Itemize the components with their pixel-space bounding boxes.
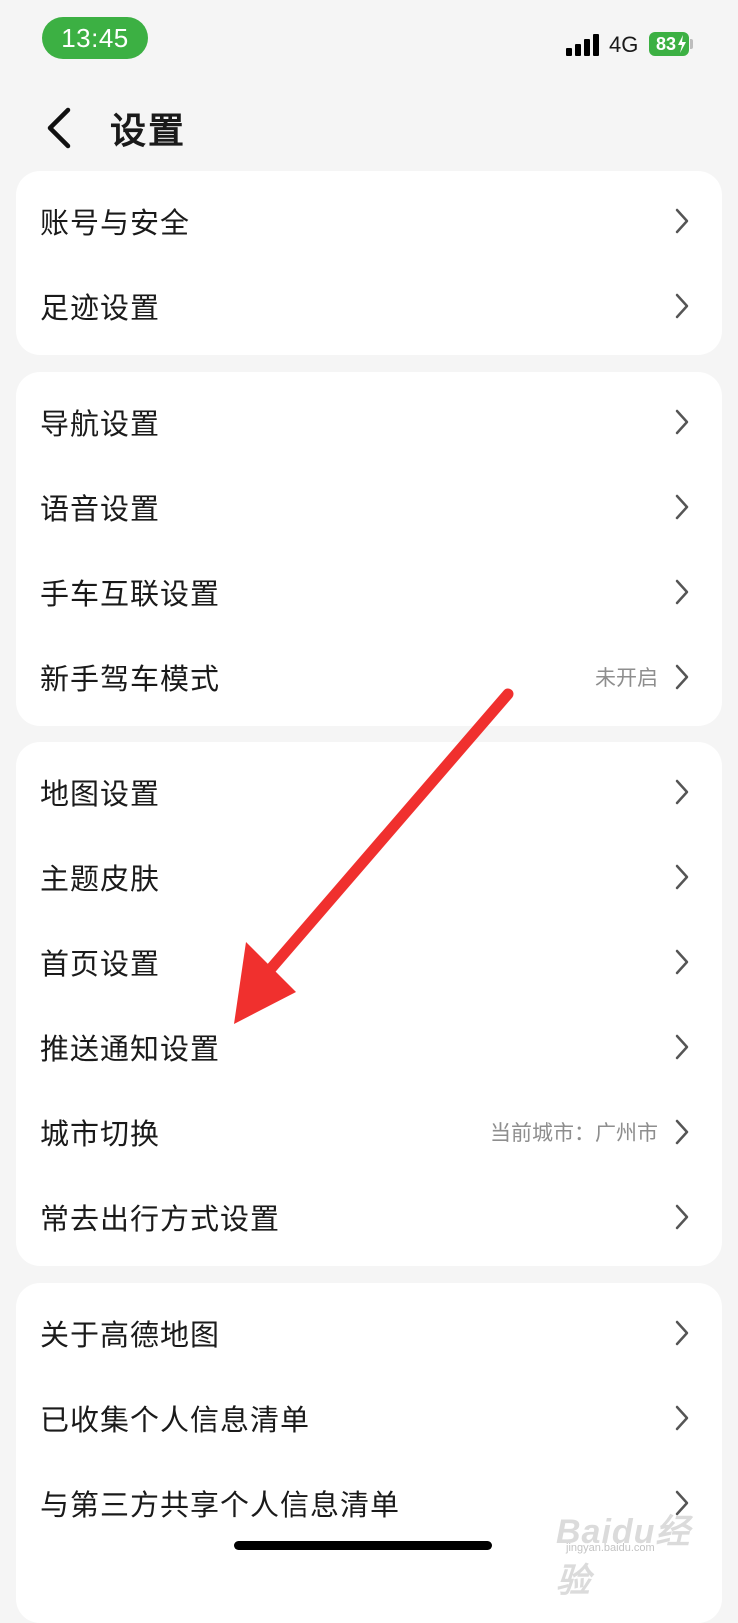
settings-item-voice[interactable]: 语音设置 xyxy=(16,464,722,549)
item-label: 手车互联设置 xyxy=(40,576,221,611)
battery-cap xyxy=(690,39,693,49)
chevron-left-icon[interactable] xyxy=(40,106,80,150)
charging-bolt-icon xyxy=(678,35,686,53)
chevron-right-icon xyxy=(675,949,689,974)
chevron-right-icon xyxy=(675,1320,689,1345)
settings-item-account-security[interactable]: 账号与安全 xyxy=(16,178,722,263)
item-label: 首页设置 xyxy=(40,946,161,981)
item-label: 新手驾车模式 xyxy=(40,661,221,696)
chevron-right-icon xyxy=(675,409,689,434)
chevron-right-icon xyxy=(675,664,689,689)
settings-item-novice-mode[interactable]: 新手驾车模式 未开启 xyxy=(16,634,722,719)
settings-item-footprint[interactable]: 足迹设置 xyxy=(16,263,722,348)
signal-icon xyxy=(566,34,600,56)
settings-item-collected-info[interactable]: 已收集个人信息清单 xyxy=(16,1375,722,1460)
settings-item-push-notification[interactable]: 推送通知设置 xyxy=(16,1004,722,1089)
chevron-right-icon xyxy=(675,1034,689,1059)
settings-item-about[interactable]: 关于高德地图 xyxy=(16,1290,722,1375)
item-label: 语音设置 xyxy=(40,491,161,526)
chevron-right-icon xyxy=(675,293,689,318)
item-label: 地图设置 xyxy=(40,776,161,811)
home-indicator[interactable] xyxy=(234,1541,492,1550)
item-label: 主题皮肤 xyxy=(40,861,161,896)
item-label: 推送通知设置 xyxy=(40,1031,221,1066)
network-type: 4G xyxy=(609,32,639,57)
item-label: 关于高德地图 xyxy=(40,1317,221,1352)
settings-item-theme[interactable]: 主题皮肤 xyxy=(16,834,722,919)
chevron-right-icon xyxy=(675,1405,689,1430)
chevron-right-icon xyxy=(675,779,689,804)
settings-item-travel-mode[interactable]: 常去出行方式设置 xyxy=(16,1174,722,1259)
chevron-right-icon xyxy=(675,208,689,233)
settings-item-city-switch[interactable]: 城市切换 当前城市：广州市 xyxy=(16,1089,722,1174)
current-city: 当前城市：广州市 xyxy=(490,1120,658,1145)
settings-group-map: 地图设置 主题皮肤 首页设置 推送通知设置 城市切换 当前城市：广州市 常去出行… xyxy=(16,742,722,1266)
settings-item-navigation[interactable]: 导航设置 xyxy=(16,379,722,464)
chevron-right-icon xyxy=(675,494,689,519)
baidu-watermark: Baidu经验 jingyan.baidu.com xyxy=(552,1498,702,1600)
item-label: 城市切换 xyxy=(40,1116,161,1151)
chevron-right-icon xyxy=(675,1204,689,1229)
battery-icon: 83 xyxy=(649,32,689,56)
item-status: 未开启 xyxy=(595,665,658,690)
settings-item-car-connect[interactable]: 手车互联设置 xyxy=(16,549,722,634)
settings-group-navigation: 导航设置 语音设置 手车互联设置 新手驾车模式 未开启 xyxy=(16,372,722,726)
item-label: 账号与安全 xyxy=(40,205,191,240)
chevron-right-icon xyxy=(675,1119,689,1144)
battery-level: 83 xyxy=(655,33,677,54)
item-label: 足迹设置 xyxy=(40,290,161,325)
status-bar: 13:45 4G 83 xyxy=(0,0,738,80)
page-header: 设置 xyxy=(0,92,738,164)
status-time: 13:45 xyxy=(42,17,148,59)
chevron-right-icon xyxy=(675,864,689,889)
page-title: 设置 xyxy=(110,111,187,152)
item-label: 已收集个人信息清单 xyxy=(40,1402,311,1437)
item-label: 导航设置 xyxy=(40,406,161,441)
chevron-right-icon xyxy=(675,579,689,604)
settings-item-home[interactable]: 首页设置 xyxy=(16,919,722,1004)
settings-group-account: 账号与安全 足迹设置 xyxy=(16,171,722,355)
item-label: 常去出行方式设置 xyxy=(40,1201,281,1236)
settings-item-map[interactable]: 地图设置 xyxy=(16,749,722,834)
watermark-url: jingyan.baidu.com xyxy=(566,1542,655,1554)
